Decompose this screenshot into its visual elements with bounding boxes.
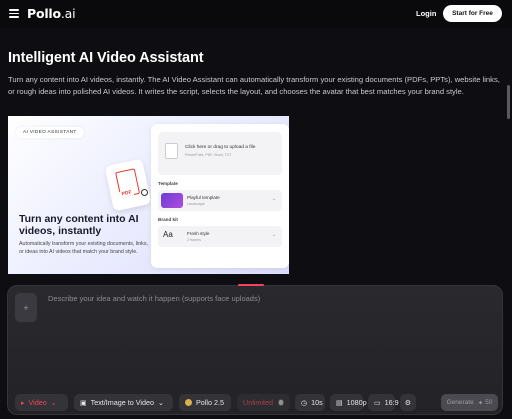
credit-icon: ✦ [477,399,484,407]
unlimited-label: Unlimited [243,398,273,407]
hamburger-menu-icon[interactable] [9,9,19,18]
resolution-selector[interactable]: ▤ 1080p [330,394,367,411]
generate-button[interactable]: Generate ✦ 50 [441,394,498,411]
hero-headline: Turn any content into AI videos, instant… [19,213,139,237]
duration-label: 10s [311,398,323,407]
chevron-down-icon: ⌄ [271,196,276,202]
aspect-ratio-label: 16:9 [384,398,399,407]
mode-selector[interactable]: ▣ Text/Image to Video ⌄ [74,394,173,411]
font-style-icon: Aa [163,230,173,239]
composer-toolbar: ▸ Video ⌄ ▣ Text/Image to Video ⌄ Pollo … [8,394,504,412]
model-logo-icon [185,399,192,406]
page-description: Turn any content into AI videos, instant… [8,75,500,96]
aspect-ratio-icon: ▭ [374,399,381,407]
upload-title: Click here or drag to upload a file [185,145,256,150]
sliders-icon: ⚙ [404,398,412,407]
brand-name: Fresh style [187,231,210,236]
model-label: Pollo 2.5 [196,398,224,407]
pdf-label: PDF [119,189,135,198]
upload-media-button[interactable]: + [15,293,37,322]
upload-formats: PowerPoint, PDF, Word, TXT [185,153,232,157]
hero-subtext: Automatically transform your existing do… [19,241,148,255]
resolution-label: 1080p [346,398,367,407]
template-thumbnail [161,193,183,208]
video-camera-icon: ▸ [21,399,25,407]
upload-dropzone: Click here or drag to upload a file Powe… [158,132,282,175]
template-sub: Landscape [187,202,205,206]
chevron-down-icon: ⌄ [50,399,57,407]
logo-suffix: .ai [60,6,76,21]
video-type-selector[interactable]: ▸ Video ⌄ [15,394,68,411]
toggle-switch-icon [277,399,284,406]
resolution-icon: ▤ [336,399,343,407]
cursor-icon [141,189,148,196]
settings-sliders-button[interactable]: ⚙ [400,394,416,411]
template-name: Playful template [187,195,220,200]
template-option: Playful template Landscape ⌄ [158,190,282,211]
start-for-free-button[interactable]: Start for Free [443,5,502,22]
brand-logo[interactable]: Pollo.ai [27,6,76,21]
template-heading: Template [158,181,178,186]
chevron-down-icon: ⌄ [271,232,276,238]
unlimited-toggle[interactable]: Unlimited [237,394,290,411]
prompt-composer: + Describe your idea and watch it happen… [7,284,504,415]
page-title: Intelligent AI Video Assistant [8,50,204,66]
mode-label: Text/Image to Video [90,398,155,407]
image-icon: ▣ [80,399,87,407]
brandkit-option: Aa Fresh style 2 frames ⌄ [158,226,282,247]
accent-marker [238,284,264,286]
duration-selector[interactable]: ◷ 10s [295,394,325,411]
document-icon [165,143,178,159]
login-link[interactable]: Login [416,9,436,18]
pdf-file-icon: PDF [104,158,152,212]
logo-main: Pollo [27,6,61,21]
generate-label: Generate [446,399,474,406]
page-scrollbar[interactable] [507,85,510,119]
hero-tag: AI VIDEO ASSISTANT [16,127,84,138]
model-selector[interactable]: Pollo 2.5 [179,394,231,411]
hero-illustration: AI VIDEO ASSISTANT PDF Turn any content … [8,116,289,274]
video-type-label: Video [28,398,47,407]
clock-icon: ◷ [301,399,308,407]
prompt-input[interactable]: Describe your idea and watch it happen (… [48,294,260,303]
top-navbar: Pollo.ai Login Start for Free [0,0,512,28]
brand-sub: 2 frames [187,238,201,242]
brandkit-heading: Brand kit [158,217,178,222]
aspect-ratio-selector[interactable]: ▭ 16:9 [368,394,399,411]
hero-settings-panel: Click here or drag to upload a file Powe… [151,124,289,268]
chevron-down-icon: ⌄ [158,399,164,407]
generate-cost: 50 [485,399,493,406]
